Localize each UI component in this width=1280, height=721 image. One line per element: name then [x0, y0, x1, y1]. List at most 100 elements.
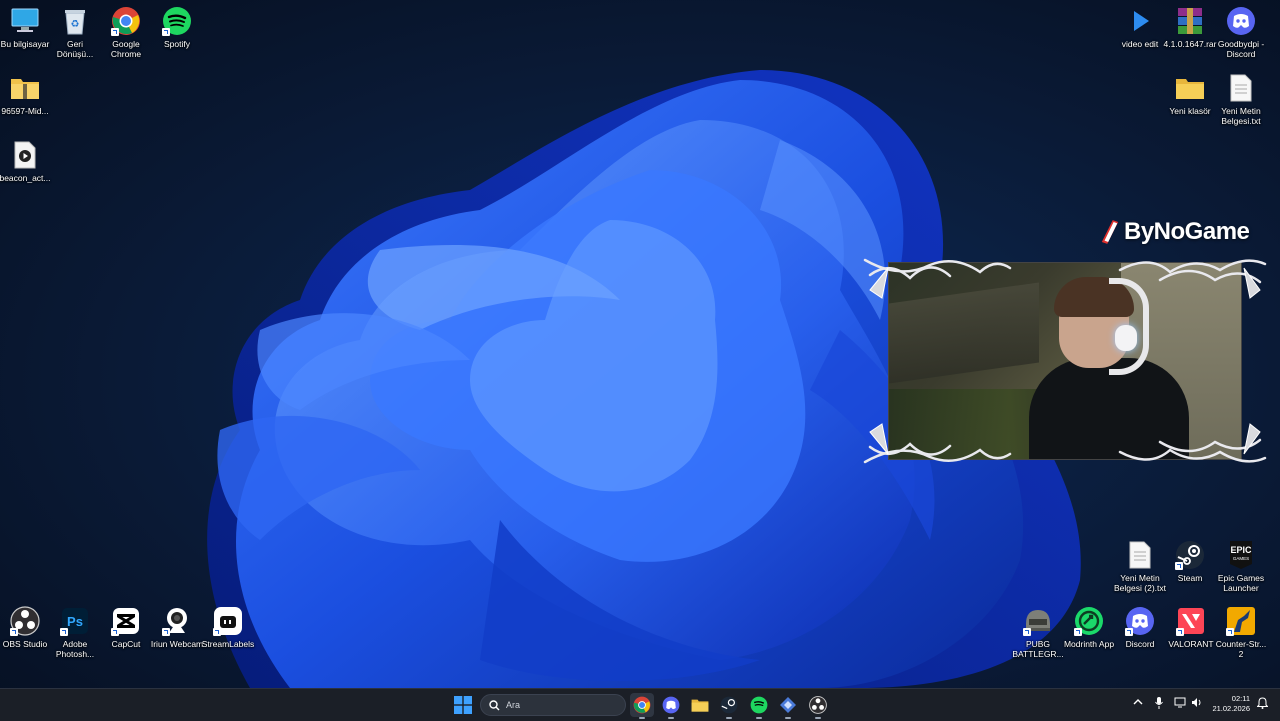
- play-icon: [1125, 6, 1155, 36]
- computer-icon: [10, 6, 40, 36]
- taskbar-file-explorer[interactable]: [688, 693, 712, 717]
- discord-icon: [1125, 606, 1155, 636]
- start-button[interactable]: [451, 693, 475, 717]
- notification-bell-icon[interactable]: [1256, 697, 1269, 712]
- desktop-icon-pubg[interactable]: PUBG BATTLEGR...: [1012, 606, 1064, 659]
- desktop-icon-label: Iriun Webcam: [150, 639, 204, 649]
- shortcut-arrow-icon: [1023, 628, 1031, 636]
- network-icon[interactable]: [1174, 697, 1186, 711]
- folder-icon: [691, 699, 709, 712]
- desktop-icon-obs-studio[interactable]: OBS Studio: [0, 606, 50, 649]
- valorant-icon: [1176, 606, 1206, 636]
- desktop-icon-discord[interactable]: Discord: [1115, 606, 1165, 649]
- desktop-icon-label: OBS Studio: [2, 639, 48, 649]
- svg-text:Ps: Ps: [67, 614, 83, 629]
- taskbar-chrome[interactable]: [630, 693, 654, 719]
- shortcut-arrow-icon: [162, 628, 170, 636]
- chevron-up-icon[interactable]: [1133, 697, 1143, 710]
- brand-name: ByNoGame: [1124, 218, 1250, 245]
- obs-icon: [10, 606, 40, 636]
- desktop-icon-rar[interactable]: 4.1.0.1647.rar: [1163, 6, 1217, 49]
- desktop-icon-label: Google Chrome: [110, 39, 142, 59]
- desktop-icon-label: Steam: [1177, 573, 1203, 583]
- desktop-icon-label: Bu bilgisayar: [0, 39, 50, 49]
- desktop-icon-steam[interactable]: Steam: [1165, 540, 1215, 583]
- streamlabels-icon: [213, 606, 243, 636]
- discord-icon: [662, 696, 680, 714]
- active-indicator: [815, 717, 821, 719]
- counter-strike-icon: [1226, 606, 1256, 636]
- winrar-archive-icon: [1175, 6, 1205, 36]
- desktop-icon-label: Geri Dönüşü...: [56, 39, 94, 59]
- search-placeholder: Ara: [506, 700, 521, 710]
- shortcut-arrow-icon: [1175, 562, 1183, 570]
- taskbar-discord[interactable]: [659, 693, 683, 719]
- desktop-icon-label: video edit: [1121, 39, 1159, 49]
- clock-date: 21.02.2026: [1212, 704, 1250, 713]
- steam-icon: [1175, 540, 1205, 570]
- desktop-icon-label: CapCut: [111, 639, 141, 649]
- desktop-icon-photoshop[interactable]: Ps Adobe Photosh...: [50, 606, 100, 659]
- desktop-icon-label: Adobe Photosh...: [55, 639, 95, 659]
- desktop-icon-modrinth[interactable]: Modrinth App: [1064, 606, 1114, 649]
- desktop-icon-label: 4.1.0.1647.rar: [1163, 39, 1217, 49]
- desktop-icon-new-text-doc-2[interactable]: Yeni Metin Belgesi (2).txt: [1114, 540, 1166, 593]
- network-app-icon: [780, 697, 796, 713]
- shortcut-arrow-icon: [10, 628, 18, 636]
- recycle-bin-icon: ♻: [60, 6, 90, 36]
- svg-text:♻: ♻: [71, 19, 80, 30]
- shortcut-arrow-icon: [60, 628, 68, 636]
- desktop-icon-recycle-bin[interactable]: ♻ Geri Dönüşü...: [50, 6, 100, 59]
- webcam-icon: [162, 606, 192, 636]
- desktop-icon-label: Modrinth App: [1063, 639, 1115, 649]
- desktop-icon-streamlabels[interactable]: StreamLabels: [201, 606, 255, 649]
- desktop-icon-goodbydpi[interactable]: Goodbydpi - Discord: [1216, 6, 1266, 59]
- shortcut-arrow-icon: [1226, 628, 1234, 636]
- desktop-icon-label: StreamLabels: [201, 639, 255, 649]
- svg-text:GAMES: GAMES: [1233, 556, 1249, 561]
- microphone-icon[interactable]: [1155, 697, 1163, 712]
- shortcut-arrow-icon: [1125, 628, 1133, 636]
- active-indicator: [639, 717, 645, 719]
- volume-icon[interactable]: [1191, 697, 1203, 711]
- desktop-icon-this-pc[interactable]: Bu bilgisayar: [0, 6, 50, 49]
- desktop-icon-label: Discord: [1125, 639, 1155, 649]
- chrome-icon: [633, 696, 651, 714]
- webcam-overlay: [888, 262, 1242, 460]
- desktop-icon-spotify[interactable]: Spotify: [152, 6, 202, 49]
- taskbar-search-box[interactable]: Ara: [480, 694, 626, 716]
- desktop-icon-counter-strike[interactable]: Counter-Str... 2: [1216, 606, 1266, 659]
- desktop-icon-google-chrome[interactable]: Google Chrome: [101, 6, 151, 59]
- discord-icon: [1226, 6, 1256, 36]
- folder-icon: [1175, 73, 1205, 103]
- pubg-helmet-icon: [1023, 606, 1053, 636]
- taskbar-obs[interactable]: [806, 693, 830, 719]
- desktop-icon-label: Spotify: [164, 39, 190, 49]
- desktop-icon-new-text-doc[interactable]: Yeni Metin Belgesi.txt: [1216, 73, 1266, 126]
- desktop-icon-beacon[interactable]: beacon_act...: [0, 140, 51, 183]
- windows-logo-icon: [454, 696, 472, 714]
- desktop-icon-epic-games[interactable]: EPIC GAMES Epic Games Launcher: [1216, 540, 1266, 593]
- desktop-icon-label: Yeni Metin Belgesi (2).txt: [1114, 573, 1166, 593]
- search-icon: [489, 699, 500, 710]
- active-indicator: [785, 717, 791, 719]
- desktop-icon-capcut[interactable]: CapCut: [101, 606, 151, 649]
- active-indicator: [756, 717, 762, 719]
- shortcut-arrow-icon: [1176, 628, 1184, 636]
- desktop-icon-iriun-webcam[interactable]: Iriun Webcam: [150, 606, 204, 649]
- clock-time: 02:11: [1231, 694, 1250, 703]
- desktop-icon-new-folder[interactable]: Yeni klasör: [1165, 73, 1215, 116]
- taskbar-spotify[interactable]: [747, 693, 771, 719]
- taskbar-steam[interactable]: [717, 693, 741, 719]
- desktop-icon-folder-96597[interactable]: 96597-Mid...: [0, 73, 50, 116]
- capcut-icon: [111, 606, 141, 636]
- taskbar-network-app[interactable]: [776, 693, 800, 719]
- active-indicator: [668, 717, 674, 719]
- shortcut-arrow-icon: [111, 28, 119, 36]
- shortcut-arrow-icon: [1074, 628, 1082, 636]
- desktop-icon-label: Yeni klasör: [1169, 106, 1211, 116]
- taskbar-clock[interactable]: 02:11 21.02.2026: [1206, 694, 1250, 714]
- desktop-icon-label: PUBG BATTLEGR...: [1012, 639, 1064, 659]
- desktop-icon-valorant[interactable]: VALORANT: [1166, 606, 1216, 649]
- desktop-icon-video-edit[interactable]: video edit: [1115, 6, 1165, 49]
